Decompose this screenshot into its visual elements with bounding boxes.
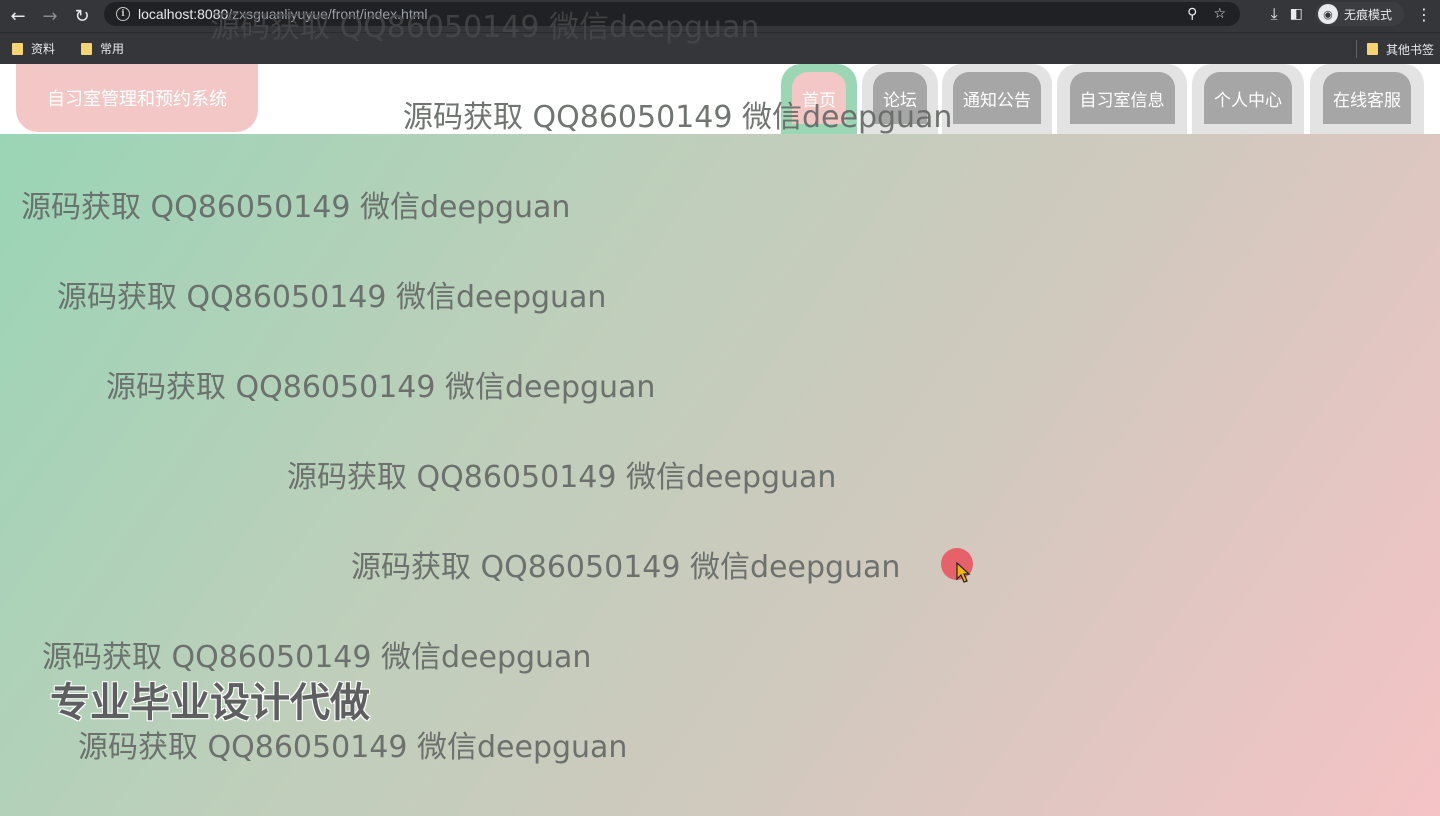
watermark-text: 源码获取 QQ86050149 微信deepguan bbox=[403, 100, 953, 135]
reload-icon[interactable]: ↻ bbox=[68, 2, 96, 30]
nav-label: 通知公告 bbox=[953, 72, 1041, 124]
nav-notices[interactable]: 通知公告 bbox=[942, 64, 1052, 134]
watermark-text: 源码获取 QQ86050149 微信deepguan bbox=[210, 10, 760, 45]
other-bookmarks[interactable]: 其他书签 bbox=[1366, 41, 1434, 58]
download-icon[interactable]: ⤓ bbox=[1271, 4, 1278, 24]
folder-icon bbox=[81, 42, 93, 55]
nav-label: 个人中心 bbox=[1204, 72, 1292, 124]
site-info-icon[interactable]: i bbox=[116, 7, 130, 21]
bookmark-label: 资料 bbox=[31, 42, 56, 56]
nav-label: 自习室信息 bbox=[1069, 72, 1175, 124]
back-icon[interactable]: ← bbox=[4, 2, 32, 30]
incognito-label: 无痕模式 bbox=[1343, 7, 1392, 22]
nav-personal-center[interactable]: 个人中心 bbox=[1192, 64, 1304, 134]
menu-icon[interactable]: ⋮ bbox=[1416, 5, 1432, 24]
folder-icon bbox=[12, 42, 23, 55]
watermark-text: 源码获取 QQ86050149 微信deepguan bbox=[21, 190, 571, 225]
bookmark-folder-ziliao[interactable]: 资料 bbox=[12, 40, 55, 57]
side-panel-icon[interactable]: ◧ bbox=[1290, 6, 1303, 22]
watermark-text: 源码获取 QQ86050149 微信deepguan bbox=[351, 550, 901, 585]
incognito-icon: ◉ bbox=[1317, 4, 1338, 24]
nav-online-service[interactable]: 在线客服 bbox=[1310, 64, 1424, 134]
nav-label: 在线客服 bbox=[1323, 72, 1411, 124]
star-icon[interactable]: ☆ bbox=[1213, 6, 1226, 22]
cursor-icon bbox=[956, 562, 971, 583]
forward-icon[interactable]: → bbox=[36, 2, 64, 30]
incognito-badge[interactable]: ◉ 无痕模式 bbox=[1314, 2, 1404, 26]
key-icon[interactable]: ⚲ bbox=[1187, 6, 1197, 22]
other-bookmarks-label: 其他书签 bbox=[1385, 42, 1434, 57]
watermark-text: 源码获取 QQ86050149 微信deepguan bbox=[57, 280, 607, 315]
folder-icon bbox=[1366, 43, 1378, 55]
bookmark-divider bbox=[1355, 40, 1357, 58]
bookmark-label: 常用 bbox=[100, 42, 125, 56]
promo-text: 专业毕业设计代做 bbox=[50, 680, 370, 726]
nav-study-room-info[interactable]: 自习室信息 bbox=[1057, 64, 1187, 134]
watermark-text: 源码获取 QQ86050149 微信deepguan bbox=[287, 460, 837, 495]
bookmark-folder-changyong[interactable]: 常用 bbox=[81, 40, 124, 57]
watermark-text: 源码获取 QQ86050149 微信deepguan bbox=[78, 730, 628, 765]
site-title: 自习室管理和预约系统 bbox=[16, 64, 258, 132]
watermark-text: 源码获取 QQ86050149 微信deepguan bbox=[106, 370, 656, 405]
